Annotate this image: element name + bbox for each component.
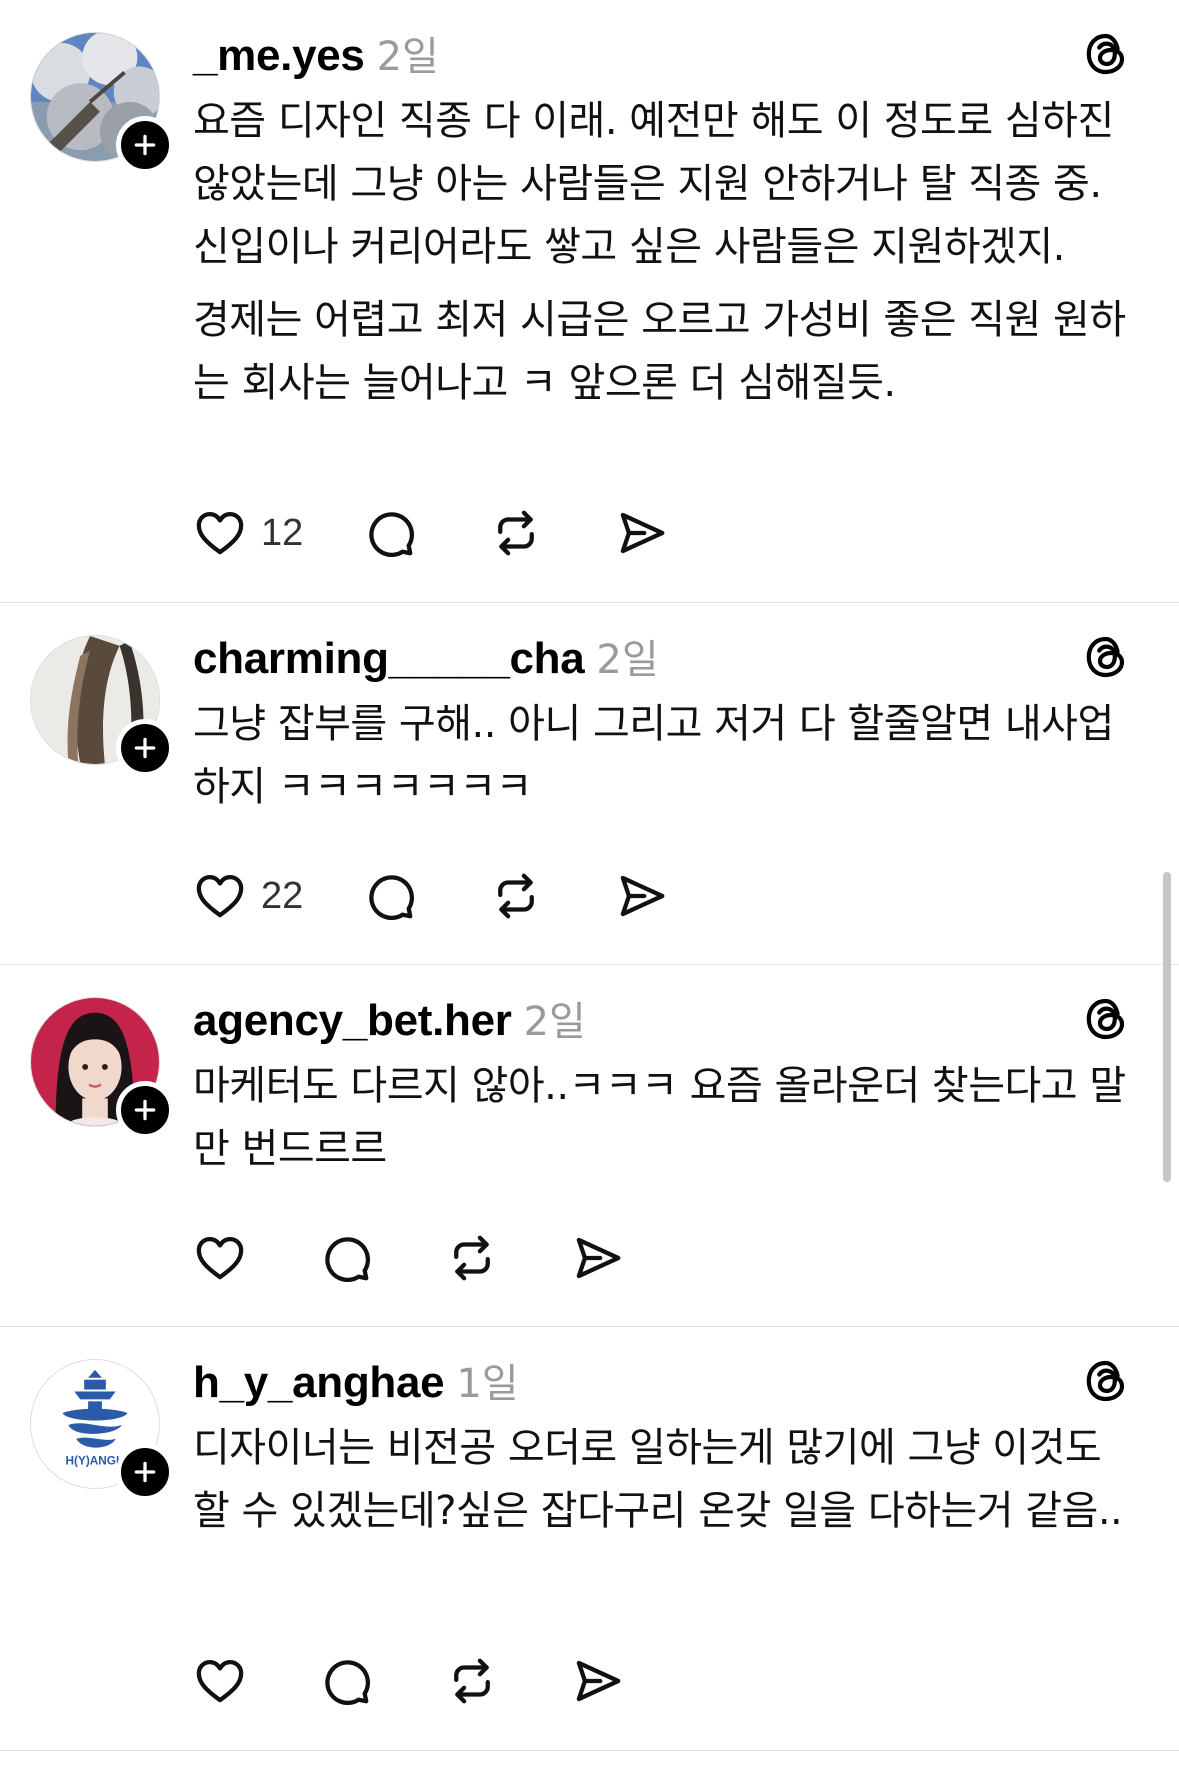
share-button[interactable] <box>571 1230 625 1286</box>
post-body: 그냥 잡부를 구해.. 아니 그리고 저거 다 할줄알면 내사업하지 ㅋㅋㅋㅋㅋ… <box>193 693 1143 829</box>
heart-icon <box>193 1231 247 1285</box>
send-icon <box>615 869 669 923</box>
reply-button[interactable] <box>363 868 417 924</box>
post-text: 요즘 디자인 직종 다 이래. 예전만 해도 이 정도로 심하진 않았는데 그냥… <box>193 98 1114 270</box>
reply-button[interactable] <box>319 1230 373 1286</box>
heart-icon <box>193 506 247 560</box>
post-text: 경제는 어렵고 최저 시급은 오르고 가성비 좋은 직원 원하는 회사는 늘어나… <box>193 297 1126 406</box>
threads-icon[interactable] <box>1082 1357 1130 1405</box>
post-text: 마케터도 다르지 않아..ㅋㅋㅋ 요즘 올라운더 찾는다고 말만 번드르르 <box>193 1063 1126 1172</box>
like-count: 22 <box>261 874 304 917</box>
post-header: charming_____cha 2일 <box>193 627 659 683</box>
action-bar: 22 <box>193 868 669 924</box>
like-button[interactable]: 22 <box>193 868 303 924</box>
comment-icon <box>363 869 417 923</box>
post-body: 마케터도 다르지 않아..ㅋㅋㅋ 요즘 올라운더 찾는다고 말만 번드르르 <box>193 1055 1143 1191</box>
post-body: 요즘 디자인 직종 다 이래. 예전만 해도 이 정도로 심하진 않았는데 그냥… <box>193 90 1143 425</box>
repost-icon <box>489 506 543 560</box>
plus-icon <box>132 1097 158 1123</box>
username[interactable]: agency_bet.her <box>193 996 512 1046</box>
threads-icon[interactable] <box>1082 30 1130 78</box>
action-bar: 12 <box>193 505 669 561</box>
comment-icon <box>363 506 417 560</box>
heart-icon <box>193 869 247 923</box>
post-time: 2일 <box>596 637 659 683</box>
share-button[interactable] <box>615 505 669 561</box>
reply-post: H(Y)ANGH h_y_anghae 1일 디자이너는 비전공 오더로 일하는… <box>0 1327 1179 1751</box>
reply-post: agency_bet.her 2일 마케터도 다르지 않아..ㅋㅋㅋ 요즘 올라… <box>0 965 1179 1327</box>
post-time: 2일 <box>523 999 586 1045</box>
plus-icon <box>132 735 158 761</box>
post-header: agency_bet.her 2일 <box>193 989 586 1045</box>
follow-button[interactable] <box>116 1443 174 1501</box>
send-icon <box>571 1231 625 1285</box>
plus-icon <box>132 132 158 158</box>
repost-button[interactable] <box>445 1653 499 1709</box>
username[interactable]: h_y_anghae <box>193 1358 445 1408</box>
post-header: _me.yes 2일 <box>193 24 439 80</box>
repost-icon <box>445 1231 499 1285</box>
post-time: 1일 <box>456 1361 519 1407</box>
repost-icon <box>445 1654 499 1708</box>
reply-button[interactable] <box>319 1653 373 1709</box>
like-button[interactable]: 12 <box>193 505 303 561</box>
post-text: 디자이너는 비전공 오더로 일하는게 많기에 그냥 이것도 할 수 있겠는데?싶… <box>193 1425 1123 1534</box>
threads-icon[interactable] <box>1082 633 1130 681</box>
share-button[interactable] <box>571 1653 625 1709</box>
repost-button[interactable] <box>489 868 543 924</box>
share-button[interactable] <box>615 868 669 924</box>
reply-post: _me.yes 2일 요즘 디자인 직종 다 이래. 예전만 해도 이 정도로 … <box>0 0 1179 603</box>
post-header: h_y_anghae 1일 <box>193 1351 519 1407</box>
like-count: 12 <box>261 511 304 554</box>
action-bar <box>193 1653 625 1709</box>
username[interactable]: _me.yes <box>193 31 365 81</box>
post-time: 2일 <box>376 34 439 80</box>
comment-icon <box>319 1654 373 1708</box>
follow-button[interactable] <box>116 719 174 777</box>
follow-button[interactable] <box>116 1081 174 1139</box>
reply-post: charming_____cha 2일 그냥 잡부를 구해.. 아니 그리고 저… <box>0 603 1179 965</box>
post-body: 디자이너는 비전공 오더로 일하는게 많기에 그냥 이것도 할 수 있겠는데?싶… <box>193 1417 1143 1553</box>
repost-button[interactable] <box>489 505 543 561</box>
post-text: 그냥 잡부를 구해.. 아니 그리고 저거 다 할줄알면 내사업하지 ㅋㅋㅋㅋㅋ… <box>193 701 1114 810</box>
send-icon <box>615 506 669 560</box>
username[interactable]: charming_____cha <box>193 634 585 684</box>
follow-button[interactable] <box>116 116 174 174</box>
repost-button[interactable] <box>445 1230 499 1286</box>
scrollbar[interactable] <box>1163 872 1171 1182</box>
like-button[interactable] <box>193 1230 247 1286</box>
send-icon <box>571 1654 625 1708</box>
heart-icon <box>193 1654 247 1708</box>
like-button[interactable] <box>193 1653 247 1709</box>
reply-button[interactable] <box>363 505 417 561</box>
thread-replies-feed: _me.yes 2일 요즘 디자인 직종 다 이래. 예전만 해도 이 정도로 … <box>0 0 1179 1751</box>
action-bar <box>193 1230 625 1286</box>
comment-icon <box>319 1231 373 1285</box>
repost-icon <box>489 869 543 923</box>
plus-icon <box>132 1459 158 1485</box>
threads-icon[interactable] <box>1082 995 1130 1043</box>
